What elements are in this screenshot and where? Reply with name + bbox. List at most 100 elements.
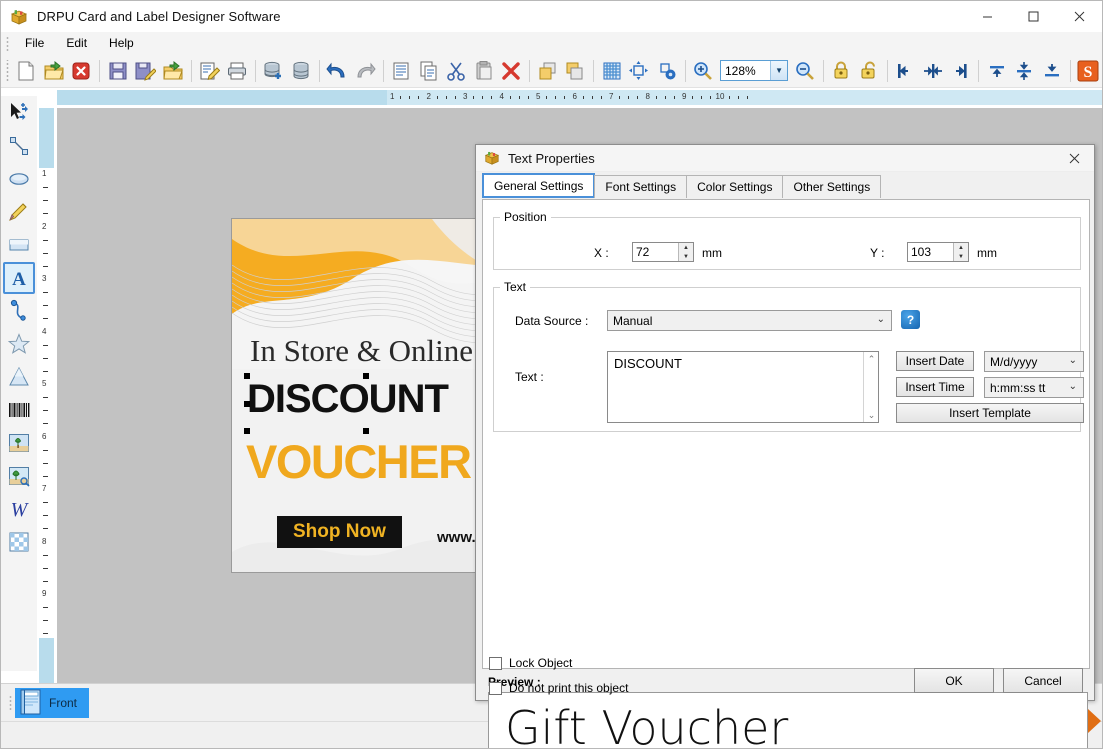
send-back-icon[interactable]: [562, 57, 590, 85]
star-tool[interactable]: [3, 328, 35, 360]
menu-grip[interactable]: [4, 35, 11, 51]
align-left-icon[interactable]: [892, 57, 920, 85]
text-tool[interactable]: A: [3, 262, 35, 294]
caret-up-icon[interactable]: ▲: [954, 243, 968, 252]
zoom-in-icon[interactable]: [689, 57, 717, 85]
x-spinner[interactable]: ▲▼: [632, 242, 694, 262]
chevron-down-icon[interactable]: ▼: [770, 61, 788, 80]
database-icon[interactable]: [287, 57, 315, 85]
data-source-combobox[interactable]: Manual ⌄: [607, 310, 892, 331]
ok-button[interactable]: OK: [914, 668, 994, 693]
dollar-badge-icon[interactable]: S: [1075, 57, 1103, 85]
lock-icon[interactable]: [828, 57, 856, 85]
card-shop-now-button[interactable]: Shop Now: [277, 516, 402, 548]
delete-icon[interactable]: [498, 57, 526, 85]
undo-icon[interactable]: [324, 57, 352, 85]
chevron-down-icon[interactable]: ⌄: [1069, 355, 1077, 366]
tab-other-settings[interactable]: Other Settings: [782, 175, 882, 198]
menu-edit[interactable]: Edit: [55, 34, 98, 52]
menu-help[interactable]: Help: [98, 34, 145, 52]
zoom-input[interactable]: [720, 62, 771, 79]
scroll-down-icon[interactable]: ⌄: [864, 408, 879, 422]
print-icon[interactable]: [223, 57, 251, 85]
curve-tool[interactable]: [3, 295, 35, 327]
caret-down-icon[interactable]: ▼: [954, 252, 968, 261]
bring-front-icon[interactable]: [534, 57, 562, 85]
maximize-button[interactable]: [1010, 1, 1056, 32]
menu-file[interactable]: File: [14, 34, 55, 52]
insert-template-button[interactable]: Insert Template: [896, 403, 1084, 423]
lock-object-checkbox[interactable]: Lock Object: [489, 656, 572, 670]
page-tab-front[interactable]: Front: [15, 688, 90, 718]
y-spinner-arrows[interactable]: ▲ ▼: [953, 243, 968, 261]
align-right-icon[interactable]: [947, 57, 975, 85]
x-input[interactable]: [633, 244, 675, 260]
object-settings-icon[interactable]: [653, 57, 681, 85]
copy-icon[interactable]: [415, 57, 443, 85]
cut-icon[interactable]: [443, 57, 471, 85]
paste-icon[interactable]: [470, 57, 498, 85]
card-line2[interactable]: DISCOUNT: [247, 377, 449, 422]
insert-date-button[interactable]: Insert Date: [896, 351, 974, 371]
list-icon[interactable]: [387, 57, 415, 85]
chevron-down-icon[interactable]: ⌄: [1069, 381, 1077, 392]
selection-handle[interactable]: [244, 428, 250, 434]
open-document-icon[interactable]: [40, 57, 68, 85]
caret-down-icon[interactable]: ▼: [679, 252, 693, 261]
dialog-close-button[interactable]: [1054, 145, 1094, 171]
signature-tool[interactable]: [3, 526, 35, 558]
cancel-button[interactable]: Cancel: [1003, 668, 1083, 693]
minimize-button[interactable]: [964, 1, 1010, 32]
align-top-icon[interactable]: [983, 57, 1011, 85]
align-center-horizontal-icon[interactable]: [919, 57, 947, 85]
tab-general-settings[interactable]: General Settings: [482, 173, 596, 198]
text-input[interactable]: DISCOUNT: [608, 352, 878, 422]
time-format-combobox[interactable]: h:mm:ss tt ⌄: [984, 377, 1084, 398]
selection-handle[interactable]: [363, 373, 369, 379]
close-document-icon[interactable]: [68, 57, 96, 85]
zoom-combobox[interactable]: ▼: [719, 60, 789, 81]
text-textarea-wrap[interactable]: DISCOUNT ⌃ ⌄: [607, 351, 879, 423]
barcode-tool[interactable]: [3, 394, 35, 426]
edit-document-icon[interactable]: [196, 57, 224, 85]
new-document-icon[interactable]: [13, 57, 41, 85]
insert-time-button[interactable]: Insert Time: [896, 377, 974, 397]
open-folder-icon[interactable]: [159, 57, 187, 85]
chevron-down-icon[interactable]: ⌄: [877, 314, 885, 325]
help-icon[interactable]: ?: [901, 310, 920, 329]
picture-tool[interactable]: [3, 460, 35, 492]
triangle-tool[interactable]: [3, 361, 35, 393]
x-spinner-arrows[interactable]: ▲ ▼: [678, 243, 693, 261]
select-move-tool[interactable]: [3, 97, 35, 129]
text-scrollbar[interactable]: ⌃ ⌄: [863, 352, 878, 422]
ellipse-tool[interactable]: [3, 163, 35, 195]
pencil-tool[interactable]: [3, 196, 35, 228]
redo-icon[interactable]: [351, 57, 379, 85]
selection-handle[interactable]: [244, 401, 250, 407]
align-middle-icon[interactable]: [1011, 57, 1039, 85]
add-database-icon[interactable]: [260, 57, 288, 85]
grid-icon[interactable]: [598, 57, 626, 85]
image-tool[interactable]: [3, 427, 35, 459]
caret-up-icon[interactable]: ▲: [679, 243, 693, 252]
scroll-up-icon[interactable]: ⌃: [864, 352, 879, 366]
tab-font-settings[interactable]: Font Settings: [594, 175, 688, 198]
page-bar-grip[interactable]: [7, 694, 14, 710]
y-spinner[interactable]: ▲▼: [907, 242, 969, 262]
align-bottom-icon[interactable]: [1038, 57, 1066, 85]
line-tool[interactable]: [3, 130, 35, 162]
unlock-icon[interactable]: [855, 57, 883, 85]
move-object-icon[interactable]: [625, 57, 653, 85]
save-icon[interactable]: [104, 57, 132, 85]
checkbox-box[interactable]: [489, 681, 502, 695]
selection-handle[interactable]: [244, 373, 250, 379]
y-input[interactable]: [908, 244, 950, 260]
date-format-combobox[interactable]: M/d/yyyy ⌄: [984, 351, 1084, 372]
do-not-print-checkbox[interactable]: Do not print this object: [489, 681, 628, 695]
close-button[interactable]: [1056, 1, 1102, 32]
zoom-out-icon[interactable]: [791, 57, 819, 85]
checkbox-box[interactable]: [489, 656, 502, 670]
watermark-tool[interactable]: W: [3, 493, 35, 525]
toolbar-grip[interactable]: [4, 59, 11, 82]
rectangle-tool[interactable]: [3, 229, 35, 261]
